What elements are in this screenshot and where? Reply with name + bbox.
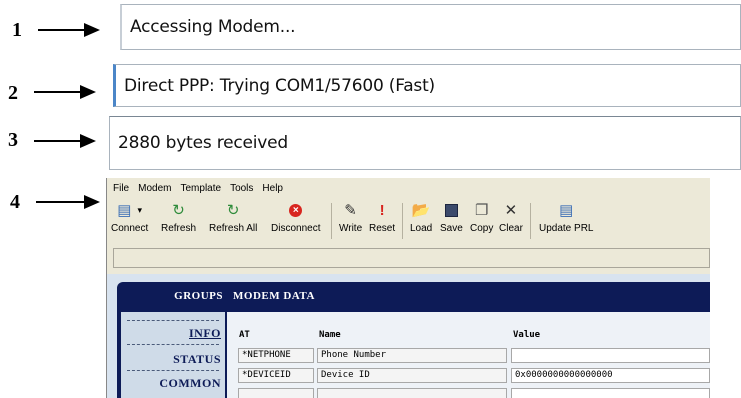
value-input[interactable] — [511, 388, 710, 398]
toolbar: ▤ ▾ Connect ↻ Refresh ↻ Refresh All × Dis… — [107, 199, 710, 243]
status-text: Accessing Modem... — [130, 17, 296, 37]
column-header-name: Name — [319, 330, 341, 340]
folder-open-icon: 📂 — [411, 201, 431, 219]
menu-modem[interactable]: Modem — [138, 183, 171, 194]
menu-help[interactable]: Help — [262, 183, 283, 194]
column-header-at: AT — [239, 330, 250, 340]
floppy-disk-icon — [444, 199, 458, 221]
group-item-common[interactable]: COMMON — [121, 376, 221, 391]
cell-name — [317, 388, 507, 398]
divider — [127, 320, 219, 321]
menu-file[interactable]: File — [113, 183, 129, 194]
load-button[interactable]: 📂 Load — [410, 199, 432, 243]
connect-icon: ▤ ▾ — [117, 201, 142, 219]
status-message-1: Accessing Modem... — [120, 4, 741, 50]
step-number-1: 1 — [12, 19, 22, 41]
connect-button[interactable]: ▤ ▾ Connect — [111, 199, 148, 243]
value-input[interactable]: 0x0000000000000000 — [511, 368, 710, 383]
toolbar-separator — [402, 203, 403, 239]
disconnect-icon: × — [289, 199, 303, 221]
step-number-3: 3 — [8, 129, 18, 151]
cell-at — [238, 388, 314, 398]
groups-header: GROUPS — [174, 290, 223, 302]
disconnect-button[interactable]: × Disconnect — [271, 199, 320, 243]
arrow-icon — [36, 195, 100, 209]
step-number-4: 4 — [10, 191, 20, 213]
menu-bar: File Modem Template Tools Help — [107, 178, 710, 198]
toolbar-separator — [331, 203, 332, 239]
value-input[interactable] — [511, 348, 710, 363]
clear-button[interactable]: ✕ Clear — [499, 199, 523, 243]
pencil-icon: ✎ — [344, 201, 357, 219]
update-prl-icon: ▤ — [559, 201, 574, 219]
arrow-icon — [38, 23, 100, 37]
address-bar[interactable] — [113, 248, 710, 268]
modem-app-window: File Modem Template Tools Help ▤ ▾ Connec… — [106, 178, 710, 398]
copy-icon: ❐ — [474, 201, 489, 219]
group-item-status[interactable]: STATUS — [121, 352, 221, 367]
write-button[interactable]: ✎ Write — [339, 199, 362, 243]
reset-button[interactable]: ! Reset — [369, 199, 395, 243]
update-prl-button[interactable]: ▤ Update PRL — [539, 199, 593, 243]
menu-tools[interactable]: Tools — [230, 183, 253, 194]
cell-name: Device ID — [317, 368, 507, 383]
save-button[interactable]: Save — [440, 199, 463, 243]
close-icon: ✕ — [504, 201, 518, 219]
menu-template[interactable]: Template — [180, 183, 221, 194]
refresh-button[interactable]: ↻ Refresh — [161, 199, 196, 243]
step-number-2: 2 — [8, 82, 18, 104]
toolbar-separator — [530, 203, 531, 239]
status-text: 2880 bytes received — [118, 133, 289, 153]
modem-data-header: MODEM DATA — [233, 290, 315, 302]
status-message-3: 2880 bytes received — [109, 116, 741, 170]
arrow-icon — [34, 85, 96, 99]
column-header-value: Value — [513, 330, 541, 340]
exclamation-icon: ! — [379, 201, 385, 219]
cell-at: *NETPHONE — [238, 348, 314, 363]
refresh-icon: ↻ — [172, 201, 185, 219]
cell-at: *DEVICEID — [238, 368, 314, 383]
divider — [127, 344, 219, 345]
cell-name: Phone Number — [317, 348, 507, 363]
modem-data-table: AT Name Value *NETPHONE Phone Number *DE… — [227, 312, 710, 398]
divider — [127, 370, 219, 371]
group-item-info[interactable]: INFO — [121, 326, 221, 341]
copy-button[interactable]: ❐ Copy — [470, 199, 493, 243]
refresh-all-icon: ↻ — [226, 201, 240, 219]
groups-sidebar: INFO STATUS COMMON — [121, 312, 225, 398]
refresh-all-button[interactable]: ↻ Refresh All — [209, 199, 257, 243]
arrow-icon — [34, 134, 96, 148]
status-text: Direct PPP: Trying COM1/57600 (Fast) — [124, 75, 435, 96]
status-message-2: Direct PPP: Trying COM1/57600 (Fast) — [113, 64, 741, 107]
